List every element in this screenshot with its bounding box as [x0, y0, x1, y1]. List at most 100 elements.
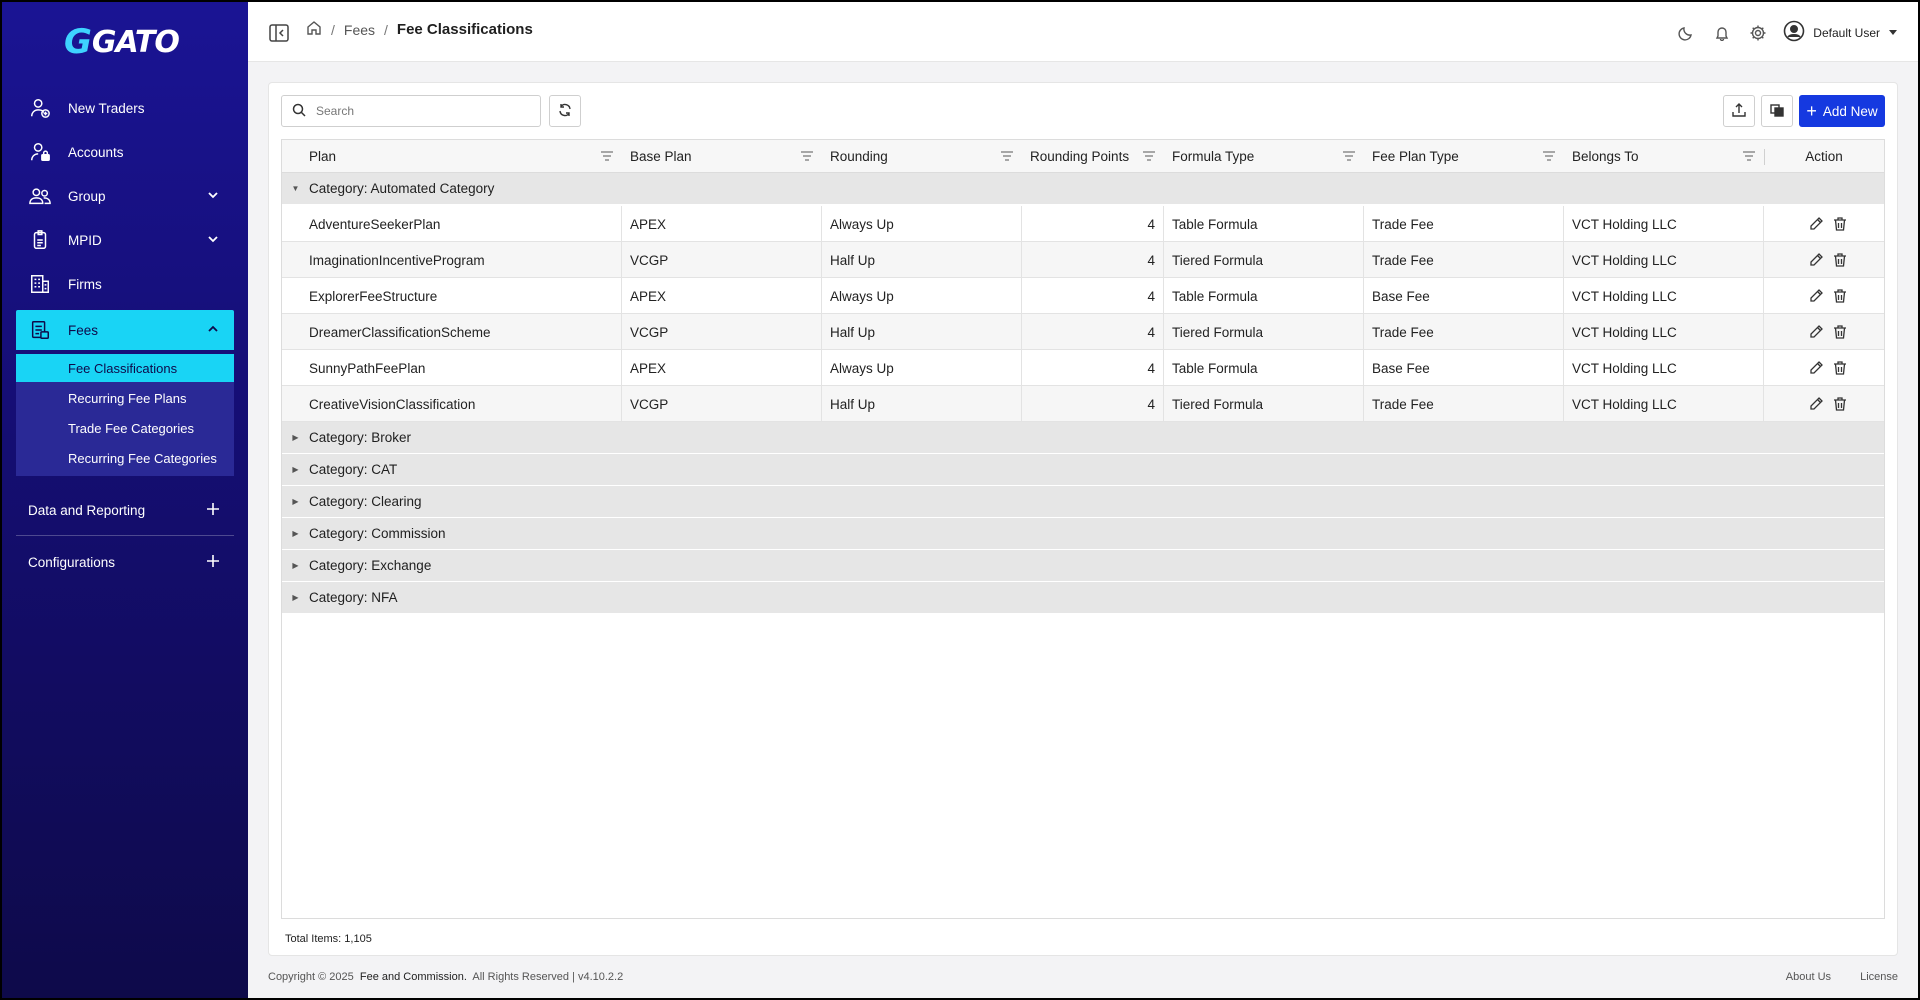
add-new-button[interactable]: + Add New	[1799, 95, 1885, 127]
section-data-and-reporting[interactable]: Data and Reporting	[16, 490, 234, 530]
section-configurations[interactable]: Configurations	[16, 542, 234, 582]
sidebar-item-group[interactable]: Group	[16, 176, 234, 216]
table-row[interactable]: CreativeVisionClassification VCGP Half Up 4…	[282, 386, 1884, 422]
edit-icon[interactable]	[1806, 250, 1826, 270]
cell-rounding-points: 4	[1022, 278, 1164, 314]
trash-icon[interactable]	[1830, 358, 1850, 378]
search-input[interactable]	[316, 104, 516, 118]
total-items: Total Items: 1,105	[285, 933, 372, 945]
breadcrumb-fees[interactable]: Fees	[344, 22, 375, 38]
export-button[interactable]	[1723, 95, 1755, 127]
cell-rounding-points: 4	[1022, 206, 1164, 242]
cell-formula-type: Table Formula	[1164, 206, 1364, 242]
moon-icon[interactable]	[1675, 22, 1697, 44]
sidebar-item-label: Group	[68, 188, 106, 204]
bell-icon[interactable]	[1711, 22, 1733, 44]
cell-formula-type: Tiered Formula	[1164, 386, 1364, 422]
sidebar-item-accounts[interactable]: Accounts	[16, 132, 234, 172]
table-row[interactable]: ExplorerFeeStructure APEX Always Up 4 Table …	[282, 278, 1884, 314]
column-header-rounding[interactable]: Rounding	[822, 140, 1022, 173]
trash-icon[interactable]	[1830, 250, 1850, 270]
home-icon[interactable]	[306, 20, 322, 39]
about-us-link[interactable]: About Us	[1786, 971, 1831, 983]
submenu-item-recurring-fee-categories[interactable]: Recurring Fee Categories	[16, 444, 234, 472]
filter-icon[interactable]	[1142, 150, 1156, 165]
group-label: Category: Exchange	[309, 558, 432, 573]
column-header-fee-plan-type[interactable]: Fee Plan Type	[1364, 140, 1564, 173]
sidebar-item-firms[interactable]: Firms	[16, 264, 234, 304]
column-header-formula-type[interactable]: Formula Type	[1164, 140, 1364, 173]
logo-mark: G	[64, 22, 92, 62]
gear-icon[interactable]	[1747, 22, 1769, 44]
filter-icon[interactable]	[1000, 150, 1014, 165]
caret-right-icon: ▶	[292, 529, 299, 538]
filter-icon[interactable]	[1742, 150, 1756, 165]
sidebar-item-fees[interactable]: Fees	[16, 310, 234, 350]
sidebar-item-label: Accounts	[68, 144, 124, 160]
data-grid: Plan Base Plan Rounding Rounding Points …	[281, 139, 1885, 919]
sidebar-toggle-icon[interactable]	[268, 22, 290, 44]
cell-plan: DreamerClassificationScheme	[282, 314, 622, 350]
cell-fee-plan-type: Trade Fee	[1364, 314, 1564, 350]
table-row[interactable]: AdventureSeekerPlan APEX Always Up 4 Table F…	[282, 206, 1884, 242]
group-row-collapsed[interactable]: ▶ Category: Exchange	[282, 550, 1884, 582]
column-header-plan[interactable]: Plan	[282, 140, 622, 173]
table-row[interactable]: SunnyPathFeePlan APEX Always Up 4 Table Form…	[282, 350, 1884, 386]
logo-text: GATO	[91, 24, 180, 60]
caret-down-icon	[1888, 26, 1898, 40]
group-row-collapsed[interactable]: ▶ Category: Broker	[282, 422, 1884, 454]
group-label: Category: Clearing	[309, 494, 422, 509]
trash-icon[interactable]	[1830, 286, 1850, 306]
license-link[interactable]: License	[1860, 971, 1898, 983]
filter-icon[interactable]	[800, 150, 814, 165]
trash-icon[interactable]	[1830, 394, 1850, 414]
avatar-icon	[1783, 20, 1805, 45]
submenu-item-trade-fee-categories[interactable]: Trade Fee Categories	[16, 414, 234, 442]
edit-icon[interactable]	[1806, 214, 1826, 234]
footer: Copyright © 2025 Fee and Commission. All…	[268, 971, 1898, 983]
cell-belongs-to: VCT Holding LLC	[1564, 314, 1764, 350]
cell-formula-type: Tiered Formula	[1164, 314, 1364, 350]
table-row[interactable]: DreamerClassificationScheme VCGP Half Up 4 T…	[282, 314, 1884, 350]
cell-plan: CreativeVisionClassification	[282, 386, 622, 422]
group-row-expanded[interactable]: ▼ Category: Automated Category	[282, 173, 1884, 205]
column-header-belongs-to[interactable]: Belongs To	[1564, 140, 1764, 173]
search-box[interactable]	[281, 95, 541, 127]
table-row[interactable]: ImaginationIncentiveProgram VCGP Half Up 4 T…	[282, 242, 1884, 278]
sidebar-item-new-traders[interactable]: New Traders	[16, 88, 234, 128]
refresh-button[interactable]	[549, 95, 581, 127]
chevron-down-icon	[206, 188, 220, 205]
edit-icon[interactable]	[1806, 322, 1826, 342]
group-row-collapsed[interactable]: ▶ Category: Commission	[282, 518, 1884, 550]
sidebar: G GATO New Traders Accounts Group MPID F…	[2, 2, 248, 998]
column-header-base-plan[interactable]: Base Plan	[622, 140, 822, 173]
cell-base-plan: APEX	[622, 278, 822, 314]
caret-right-icon: ▶	[292, 465, 299, 474]
edit-icon[interactable]	[1806, 358, 1826, 378]
column-label: Base Plan	[630, 149, 692, 164]
group-row-collapsed[interactable]: ▶ Category: NFA	[282, 582, 1884, 614]
columns-button[interactable]	[1761, 95, 1793, 127]
submenu-item-fee-classifications[interactable]: Fee Classifications	[16, 354, 234, 382]
sidebar-item-label: New Traders	[68, 100, 145, 116]
cell-base-plan: APEX	[622, 206, 822, 242]
filter-icon[interactable]	[1542, 150, 1556, 165]
filter-icon[interactable]	[600, 150, 614, 165]
group-row-collapsed[interactable]: ▶ Category: Clearing	[282, 486, 1884, 518]
cell-formula-type: Tiered Formula	[1164, 242, 1364, 278]
column-header-rounding-points[interactable]: Rounding Points	[1022, 140, 1164, 173]
group-row-collapsed[interactable]: ▶ Category: CAT	[282, 454, 1884, 486]
product-name: Fee and Commission.	[359, 971, 467, 983]
edit-icon[interactable]	[1806, 286, 1826, 306]
edit-icon[interactable]	[1806, 394, 1826, 414]
cell-rounding: Half Up	[822, 242, 1022, 278]
breadcrumb: / Fees / Fee Classifications	[306, 20, 533, 39]
trash-icon[interactable]	[1830, 322, 1850, 342]
caret-right-icon: ▶	[292, 561, 299, 570]
submenu-item-recurring-fee-plans[interactable]: Recurring Fee Plans	[16, 384, 234, 412]
filter-icon[interactable]	[1342, 150, 1356, 165]
user-menu[interactable]: Default User	[1783, 20, 1898, 45]
cell-rounding-points: 4	[1022, 350, 1164, 386]
sidebar-item-mpid[interactable]: MPID	[16, 220, 234, 260]
trash-icon[interactable]	[1830, 214, 1850, 234]
